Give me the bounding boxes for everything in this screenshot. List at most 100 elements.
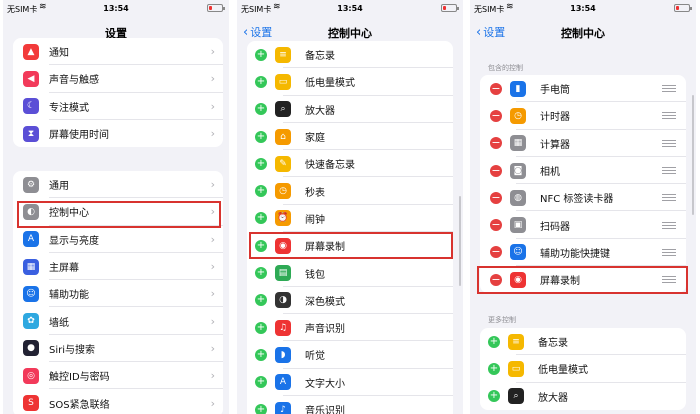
- add-icon[interactable]: +: [488, 390, 500, 403]
- remove-icon[interactable]: −: [490, 191, 502, 204]
- list-item-label: 计时器: [540, 112, 570, 124]
- drag-handle-icon[interactable]: [662, 112, 676, 120]
- list-item[interactable]: ☾ 专注模式 ›: [13, 93, 223, 120]
- list-item-label: 相机: [540, 167, 560, 179]
- wallet-icon: ▤: [275, 265, 291, 282]
- add-icon[interactable]: +: [255, 267, 267, 280]
- scrollbar[interactable]: [692, 95, 694, 215]
- list-item[interactable]: + ◉ 屏幕录制: [247, 232, 453, 260]
- list-item[interactable]: ▦ 主屏幕 ›: [13, 253, 223, 281]
- drag-handle-icon[interactable]: [662, 221, 676, 229]
- list-item[interactable]: ◐ 控制中心 ›: [13, 198, 223, 226]
- drag-handle-icon[interactable]: [662, 139, 676, 147]
- list-item[interactable]: ☺ 辅助功能 ›: [13, 280, 223, 308]
- flower-icon: ✿: [23, 313, 39, 330]
- list-item[interactable]: ◀ 声音与触感 ›: [13, 65, 223, 93]
- list-item[interactable]: − ▦ 计算器: [480, 130, 686, 157]
- speaker-icon: ◀: [23, 70, 39, 87]
- list-item[interactable]: + ≡ 备忘录: [480, 328, 686, 356]
- list-item[interactable]: + ⌕ 放大器: [480, 383, 686, 410]
- list-item[interactable]: ✿ 墙纸 ›: [13, 307, 223, 335]
- list-item[interactable]: − ▮ 手电筒: [480, 75, 686, 103]
- drag-handle-icon[interactable]: [662, 194, 676, 202]
- magnifier-icon: ⌕: [275, 101, 291, 118]
- list-item[interactable]: ● Siri与搜索 ›: [13, 335, 223, 363]
- list-item-label: 屏幕使用时间: [49, 130, 109, 142]
- list-item[interactable]: + ▤ 钱包: [247, 259, 453, 287]
- drag-handle-icon[interactable]: [662, 167, 676, 175]
- list-item[interactable]: + ♫ 声音识别: [247, 314, 453, 342]
- list-item[interactable]: S SOS紧急联络 ›: [13, 389, 223, 414]
- remove-icon[interactable]: −: [490, 164, 502, 177]
- drag-handle-icon[interactable]: [662, 248, 676, 256]
- add-icon[interactable]: +: [255, 212, 267, 225]
- add-icon[interactable]: +: [255, 403, 267, 414]
- list-item-label: 备忘录: [305, 51, 335, 63]
- list-item[interactable]: + ⌂ 家庭: [247, 123, 453, 151]
- drag-handle-icon[interactable]: [662, 276, 676, 284]
- add-icon[interactable]: +: [255, 48, 267, 61]
- list-item[interactable]: + A 文字大小: [247, 369, 453, 396]
- list-item[interactable]: − ◷ 计时器: [480, 102, 686, 130]
- list-item[interactable]: − ◍ NFC 标签读卡器: [480, 184, 686, 212]
- add-icon[interactable]: +: [255, 75, 267, 88]
- add-icon[interactable]: +: [255, 130, 267, 143]
- list-item-label: 控制中心: [49, 208, 89, 220]
- nav-bar: ‹ 设置 控制中心: [470, 20, 696, 44]
- shazam-icon: ♪: [275, 401, 291, 414]
- siri-icon: ●: [23, 340, 39, 357]
- add-icon[interactable]: +: [255, 376, 267, 389]
- add-icon[interactable]: +: [255, 348, 267, 361]
- gear-icon: ⚙: [23, 176, 39, 193]
- battery-icon: [207, 4, 225, 12]
- home-icon: ⌂: [275, 128, 291, 145]
- remove-icon[interactable]: −: [490, 273, 502, 286]
- list-item[interactable]: A 显示与亮度 ›: [13, 226, 223, 253]
- remove-icon[interactable]: −: [490, 137, 502, 150]
- add-icon[interactable]: +: [488, 335, 500, 348]
- list-item-label: 深色模式: [305, 296, 345, 308]
- list-item[interactable]: − ◙ 相机: [480, 157, 686, 185]
- list-item[interactable]: + ⏰ 闹钟: [247, 205, 453, 233]
- list-item[interactable]: − ▣ 扫码器: [480, 211, 686, 239]
- list-item[interactable]: ⧗ 屏幕使用时间 ›: [13, 120, 223, 147]
- remove-icon[interactable]: −: [490, 219, 502, 232]
- list-item[interactable]: − ☺ 辅助功能快捷键: [480, 239, 686, 267]
- list-item[interactable]: ⚙ 通用 ›: [13, 171, 223, 199]
- drag-handle-icon[interactable]: [662, 85, 676, 93]
- list-item[interactable]: + ⌕ 放大器: [247, 96, 453, 123]
- status-bar: 无SIM卡 ≋ 13:54: [237, 0, 463, 18]
- add-icon[interactable]: +: [255, 294, 267, 307]
- list-item[interactable]: + ◑ 深色模式: [247, 287, 453, 314]
- accessibility-icon: ☺: [510, 244, 526, 261]
- control-center-screen-1: 无SIM卡 ≋ 13:54 ‹ 设置 控制中心 + ≡ 备忘录 + ▭ 低电量模式 + ⌕ 放大器…: [237, 0, 463, 414]
- add-icon[interactable]: +: [255, 239, 267, 252]
- list-item[interactable]: + ✎ 快速备忘录: [247, 150, 453, 178]
- add-icon[interactable]: +: [255, 185, 267, 198]
- list-item[interactable]: + ≡ 备忘录: [247, 41, 453, 69]
- list-item-label: 专注模式: [49, 102, 89, 114]
- add-icon[interactable]: +: [255, 157, 267, 170]
- list-item[interactable]: + ◗ 听觉: [247, 341, 453, 369]
- remove-icon[interactable]: −: [490, 246, 502, 259]
- list-item[interactable]: + ▭ 低电量模式: [480, 355, 686, 383]
- add-icon[interactable]: +: [255, 321, 267, 334]
- list-item[interactable]: + ▭ 低电量模式: [247, 68, 453, 96]
- moon-icon: ☾: [23, 98, 39, 115]
- list-item[interactable]: + ♪ 音乐识别: [247, 396, 453, 414]
- add-icon[interactable]: +: [488, 362, 500, 375]
- dark-mode-icon: ◑: [275, 292, 291, 309]
- list-item[interactable]: − ◉ 屏幕录制: [480, 266, 686, 293]
- scrollbar[interactable]: [459, 196, 461, 286]
- hourglass-icon: ⧗: [23, 125, 39, 142]
- list-item[interactable]: ◎ 触控ID与密码 ›: [13, 362, 223, 390]
- battery-icon: ▭: [275, 73, 291, 90]
- remove-icon[interactable]: −: [490, 109, 502, 122]
- add-icon[interactable]: +: [255, 103, 267, 116]
- remove-icon[interactable]: −: [490, 82, 502, 95]
- list-item[interactable]: ▲ 通知 ›: [13, 38, 223, 66]
- page-title: 控制中心: [561, 27, 605, 40]
- chevron-right-icon: ›: [210, 45, 215, 59]
- list-item[interactable]: + ◷ 秒表: [247, 177, 453, 205]
- included-controls-list: − ▮ 手电筒 − ◷ 计时器 − ▦ 计算器 − ◙ 相机 − ◍ NFC 标签读卡器 − ▣ 扫码器 − ☺ 辅助功…: [480, 75, 686, 294]
